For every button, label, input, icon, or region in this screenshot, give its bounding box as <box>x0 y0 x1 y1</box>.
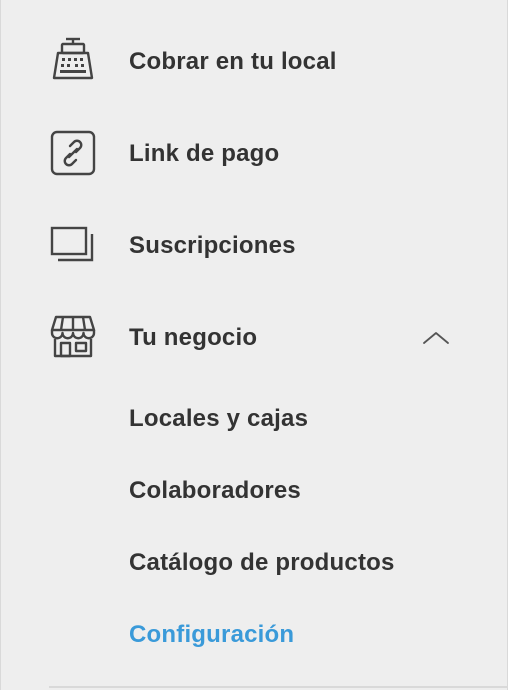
nav-label: Cobrar en tu local <box>129 48 337 75</box>
divider <box>49 686 507 688</box>
link-icon <box>48 128 98 178</box>
storefront-icon <box>48 312 98 362</box>
submenu-item-colaboradores[interactable]: Colaboradores <box>129 477 301 505</box>
chevron-up-icon[interactable] <box>419 326 453 348</box>
nav-item-cobrar-en-tu-local[interactable]: Cobrar en tu local <box>1 26 507 96</box>
submenu-item-catalogo-de-productos[interactable]: Catálogo de productos <box>129 549 395 577</box>
nav-item-tu-negocio[interactable]: Tu negocio <box>1 302 507 372</box>
nav-item-suscripciones[interactable]: Suscripciones <box>1 210 507 280</box>
subscriptions-icon <box>48 222 98 272</box>
cash-register-icon <box>48 36 98 86</box>
sidebar-menu: Cobrar en tu local Link de pago Suscripc… <box>0 0 508 690</box>
nav-label: Link de pago <box>129 140 280 167</box>
nav-label: Tu negocio <box>129 324 258 351</box>
submenu-item-configuracion[interactable]: Configuración <box>129 621 294 649</box>
submenu-item-locales-y-cajas[interactable]: Locales y cajas <box>129 405 308 433</box>
nav-item-link-de-pago[interactable]: Link de pago <box>1 118 507 188</box>
nav-label: Suscripciones <box>129 232 296 259</box>
